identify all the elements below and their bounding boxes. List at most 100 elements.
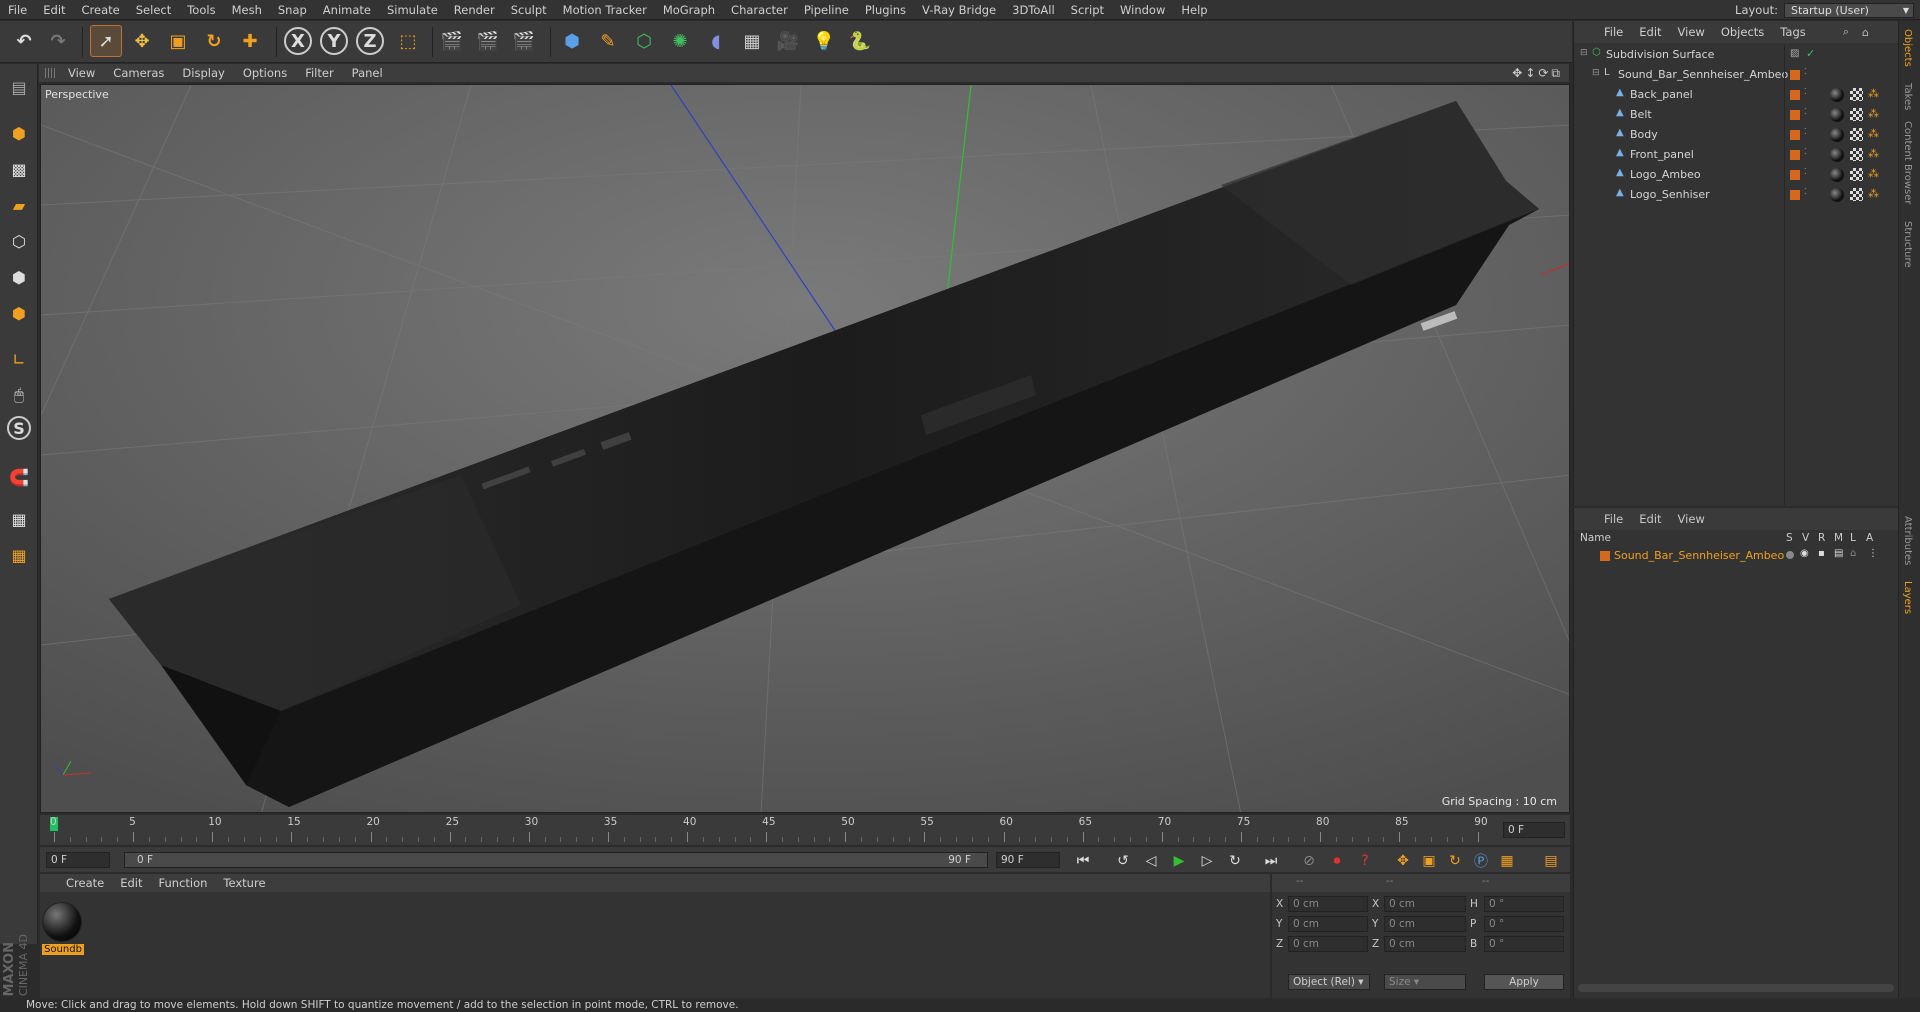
previous-key-icon[interactable]: ↺ <box>1112 850 1134 872</box>
layout-select[interactable]: Startup (User) ▼ <box>1784 2 1914 18</box>
texture-tag-icon[interactable] <box>1850 168 1863 181</box>
light-icon[interactable]: 💡 <box>808 25 840 57</box>
menu-sculpt[interactable]: Sculpt <box>503 3 555 17</box>
phong-tag-icon[interactable]: ⁂ <box>1868 87 1879 100</box>
object-name[interactable]: Back_panel <box>1630 88 1693 101</box>
object-menu-tags[interactable]: Tags <box>1772 25 1813 39</box>
object-row[interactable]: ▲ Logo_Senhiser ⁚ ⁂ <box>1574 185 1899 205</box>
layer-solo-toggle[interactable] <box>1786 551 1794 559</box>
texture-tag-icon[interactable] <box>1850 128 1863 141</box>
material-menu-create[interactable]: Create <box>58 876 112 890</box>
menu-pipeline[interactable]: Pipeline <box>796 3 857 17</box>
points-mode-icon[interactable]: ⬡ <box>4 226 34 256</box>
material-tag-icon[interactable] <box>1830 168 1844 182</box>
world-coords-icon[interactable]: ⬚ <box>392 25 424 57</box>
layer-menu-file[interactable]: File <box>1596 512 1631 526</box>
coord-size-field[interactable]: 0 cm <box>1384 896 1466 912</box>
menu-help[interactable]: Help <box>1173 3 1215 17</box>
manager-toggle-icon[interactable]: ▤ <box>1834 548 1843 559</box>
timeline-window-icon[interactable]: ▤ <box>1540 850 1562 872</box>
visibility-dots-icon[interactable]: ⁚ <box>1804 167 1807 176</box>
menu-3dtoall[interactable]: 3DToAll <box>1004 3 1063 17</box>
tab-layers[interactable]: Layers <box>1902 581 1913 614</box>
visibility-dots-icon[interactable]: ⁚ <box>1804 127 1807 136</box>
redo-icon[interactable]: ↷ <box>42 25 74 57</box>
key-position-icon[interactable]: ✥ <box>1392 850 1414 872</box>
autokey-icon[interactable]: ? <box>1354 850 1376 872</box>
model-mode-icon[interactable]: ⬢ <box>4 118 34 148</box>
visibility-dots-icon[interactable]: ⁚ <box>1804 107 1807 116</box>
menu-mesh[interactable]: Mesh <box>224 3 270 17</box>
coord-rotation-field[interactable]: 0 ° <box>1484 936 1564 952</box>
object-row[interactable]: ▲ Body ⁚ ⁂ <box>1574 125 1899 145</box>
menu-script[interactable]: Script <box>1063 3 1112 17</box>
workplane-icon[interactable]: ▰ <box>4 190 34 220</box>
camera-icon[interactable]: 🎥 <box>772 25 804 57</box>
expand-toggle-icon[interactable]: ⊟ <box>1580 48 1588 58</box>
y-axis-icon[interactable]: Y <box>320 27 348 55</box>
visibility-dots-icon[interactable]: ⁚ <box>1804 87 1807 96</box>
coord-rotation-field[interactable]: 0 ° <box>1484 916 1564 932</box>
coord-position-field[interactable]: 0 cm <box>1288 936 1368 952</box>
menu-select[interactable]: Select <box>128 3 179 17</box>
layer-scrollbar[interactable] <box>1578 984 1894 992</box>
timeline-ruler[interactable]: 0 5 10 15 20 25 30 35 40 45 50 55 60 65 70 75 80 85 90 0 F <box>40 815 1570 845</box>
drag-handle-icon[interactable] <box>45 68 55 78</box>
tweak-mode-icon[interactable]: 🖱 <box>4 380 34 410</box>
object-menu-edit[interactable]: Edit <box>1631 25 1669 39</box>
eye-icon[interactable]: ◉ <box>1800 548 1809 559</box>
menu-file[interactable]: File <box>0 3 35 17</box>
viewport-menu-display[interactable]: Display <box>173 66 233 80</box>
start-frame-field[interactable]: 0 F <box>46 852 110 868</box>
object-name[interactable]: Subdivision Surface <box>1606 48 1714 61</box>
object-name[interactable]: Sound_Bar_Sennheiser_Ambeo <box>1618 68 1788 81</box>
edit-render-settings-icon[interactable]: 🎬 <box>508 25 540 57</box>
render-picture-queue-icon[interactable]: 🎬 <box>472 25 504 57</box>
axis-mode-icon[interactable]: ∟ <box>4 344 34 374</box>
deformer-icon[interactable]: ◖ <box>700 25 732 57</box>
render-toggle-icon[interactable]: ▪ <box>1818 548 1825 559</box>
coord-size-field[interactable]: 0 cm <box>1384 916 1466 932</box>
coord-size-field[interactable]: 0 cm <box>1384 936 1466 952</box>
menu-render[interactable]: Render <box>446 3 503 17</box>
lock-icon[interactable]: ⌂ <box>1850 548 1856 559</box>
next-key-icon[interactable]: ↻ <box>1224 850 1246 872</box>
magnet-icon[interactable]: 🧲 <box>4 462 34 492</box>
array-icon[interactable]: ✺ <box>664 25 696 57</box>
object-row[interactable]: ⊟ L Sound_Bar_Sennheiser_Ambeo ⁚ <box>1574 65 1899 85</box>
viewport-nav-icons[interactable]: ✥↕⟳⧉ <box>1512 66 1563 81</box>
render-view-icon[interactable]: 🎬 <box>436 25 468 57</box>
menu-character[interactable]: Character <box>723 3 796 17</box>
x-axis-icon[interactable]: X <box>284 27 312 55</box>
menu-plugins[interactable]: Plugins <box>857 3 914 17</box>
menu-snap[interactable]: Snap <box>270 3 315 17</box>
layer-menu-view[interactable]: View <box>1670 512 1713 526</box>
current-frame-field[interactable]: 0 F <box>1503 822 1565 838</box>
visibility-dots-icon[interactable]: ▨ <box>1790 48 1799 59</box>
3d-viewport[interactable]: Perspective Grid Spacing : 10 cm <box>40 84 1570 813</box>
viewport-menu-filter[interactable]: Filter <box>296 66 342 80</box>
layer-color-tag[interactable] <box>1790 90 1800 100</box>
texture-tag-icon[interactable] <box>1850 188 1863 201</box>
animation-toggle-icon[interactable]: ⋮ <box>1868 548 1878 559</box>
object-row[interactable]: ▲ Belt ⁚ ⁂ <box>1574 105 1899 125</box>
viewport-menu-panel[interactable]: Panel <box>343 66 392 80</box>
menu-tools[interactable]: Tools <box>179 3 223 17</box>
lock-workplane-icon[interactable]: ▦ <box>4 504 34 534</box>
menu-simulate[interactable]: Simulate <box>379 3 446 17</box>
key-rotation-icon[interactable]: ↻ <box>1444 850 1466 872</box>
object-name[interactable]: Logo_Ambeo <box>1630 168 1701 181</box>
planar-workplane-icon[interactable]: ▦ <box>4 540 34 570</box>
object-row[interactable]: ⊟ ⬡ Subdivision Surface ▨ ✓ <box>1574 45 1899 65</box>
select-arrow-icon[interactable]: ➚ <box>90 25 122 57</box>
object-name[interactable]: Body <box>1630 128 1658 141</box>
home-icon[interactable]: ⌂ <box>1862 26 1869 39</box>
rotate-icon[interactable]: ↻ <box>198 25 230 57</box>
texture-tag-icon[interactable] <box>1850 88 1863 101</box>
layer-color-tag[interactable] <box>1790 190 1800 200</box>
coord-position-field[interactable]: 0 cm <box>1288 896 1368 912</box>
cube-icon[interactable]: ⬢ <box>556 25 588 57</box>
texture-tag-icon[interactable] <box>1850 148 1863 161</box>
undo-icon[interactable]: ↶ <box>8 25 40 57</box>
tab-objects[interactable]: Objects <box>1902 29 1913 67</box>
